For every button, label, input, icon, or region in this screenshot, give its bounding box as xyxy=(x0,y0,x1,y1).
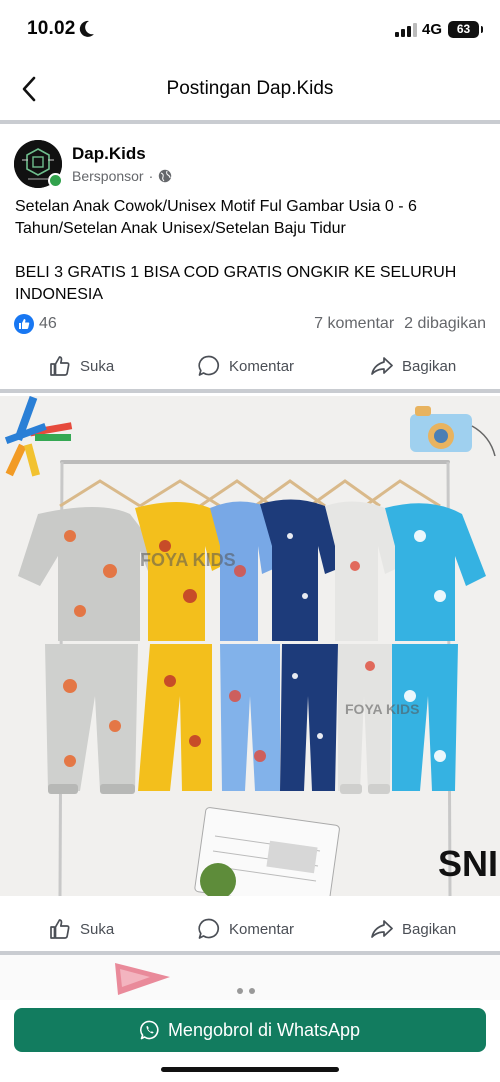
reaction-stats: 46 7 komentar 2 dibagikan xyxy=(14,312,486,336)
signal-icon xyxy=(395,23,417,37)
thumbs-up-icon xyxy=(50,356,70,376)
like-label: Suka xyxy=(80,357,115,375)
sponsor-row: Bersponsor · xyxy=(72,168,172,184)
like-reaction-icon xyxy=(14,314,34,334)
comment-button[interactable]: Komentar xyxy=(197,909,294,949)
nav-header: Postingan Dap.Kids xyxy=(0,58,500,120)
sponsored-label: Bersponsor xyxy=(72,168,144,184)
share-button[interactable]: Bagikan xyxy=(370,346,456,386)
comment-bubble-icon xyxy=(198,918,220,939)
status-bar: 10.02 4G 63 xyxy=(0,0,500,58)
next-post-preview xyxy=(0,955,500,1000)
status-time: 10.02 xyxy=(27,18,76,39)
battery-indicator: 63 xyxy=(448,21,483,38)
like-label: Suka xyxy=(80,920,115,938)
pennant-decoration xyxy=(115,963,255,995)
share-count[interactable]: 2 dibagikan xyxy=(404,315,486,333)
share-arrow-icon xyxy=(371,920,393,938)
post-caption: Setelan Anak Cowok/Unisex Motif Ful Gamb… xyxy=(15,196,487,328)
network-type: 4G xyxy=(422,21,443,38)
like-button[interactable]: Suka xyxy=(48,346,114,386)
whatsapp-icon xyxy=(139,1020,159,1040)
sni-mark: SNI xyxy=(438,843,498,884)
online-status-dot xyxy=(48,173,63,188)
whatsapp-cta-label: Mengobrol di WhatsApp xyxy=(167,1019,361,1040)
globe-icon xyxy=(159,169,172,183)
share-label: Bagikan xyxy=(402,920,457,938)
comment-count[interactable]: 7 komentar xyxy=(314,315,394,333)
moon-icon xyxy=(79,20,94,37)
pajama-set-photo: FOYA KIDS FOYA KIDS SNI xyxy=(0,396,500,896)
thumbs-up-icon xyxy=(50,919,70,939)
product-image[interactable]: FOYA KIDS FOYA KIDS SNI xyxy=(0,396,500,896)
share-label: Bagikan xyxy=(402,357,457,375)
dot-separator: · xyxy=(148,168,154,184)
divider xyxy=(0,389,500,393)
post-action-bar: Suka Komentar Bagikan xyxy=(0,909,500,949)
like-count[interactable]: 46 xyxy=(39,315,57,333)
post-action-bar: Suka Komentar Bagikan xyxy=(0,346,500,386)
share-button[interactable]: Bagikan xyxy=(370,909,456,949)
caption-line: Setelan Anak Cowok/Unisex Motif Ful Gamb… xyxy=(15,198,417,237)
comment-label: Komentar xyxy=(229,920,295,938)
watermark: FOYA KIDS xyxy=(345,701,419,717)
page-name[interactable]: Dap.Kids xyxy=(72,144,146,164)
share-arrow-icon xyxy=(371,357,393,375)
watermark: FOYA KIDS xyxy=(140,550,236,570)
comment-label: Komentar xyxy=(229,357,295,375)
home-indicator[interactable] xyxy=(161,1067,339,1072)
like-button[interactable]: Suka xyxy=(48,909,114,949)
divider xyxy=(0,120,500,124)
caption-line: BELI 3 GRATIS 1 BISA COD GRATIS ONGKIR K… xyxy=(15,264,457,303)
page-title: Postingan Dap.Kids xyxy=(166,78,334,99)
comment-bubble-icon xyxy=(198,355,220,376)
whatsapp-cta-button[interactable]: Mengobrol di WhatsApp xyxy=(14,1008,486,1052)
comment-button[interactable]: Komentar xyxy=(197,346,294,386)
